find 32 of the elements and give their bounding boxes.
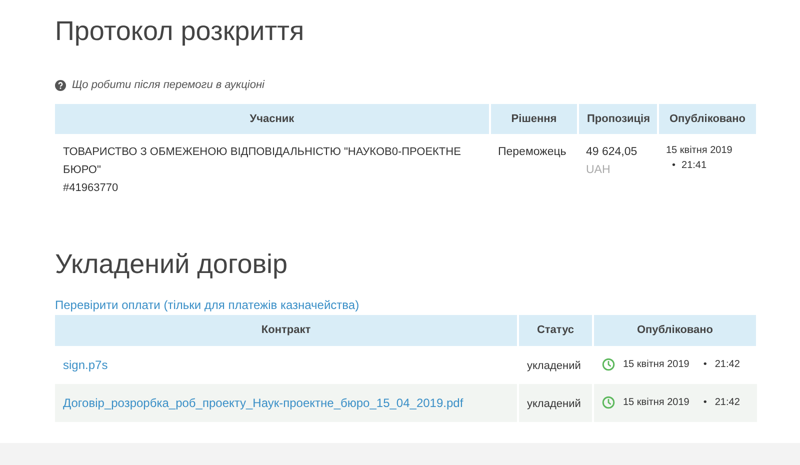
clock-icon (602, 358, 615, 371)
file-link[interactable]: sign.p7s (63, 358, 108, 372)
time-text: 21:42 (714, 358, 740, 372)
participant-name: ТОВАРИСТВО З ОБМЕЖЕНОЮ ВІДПОВІДАЛЬНІСТЮ "НАУКОВ0-ПРОЕКТНЕ БЮРО" (63, 145, 462, 178)
file-link[interactable]: Договір_розрорбка_роб_проекту_Наук-проектне_бюро_15_04_2019.pdf (63, 396, 464, 410)
check-payments-link[interactable]: Перевірити оплати (тільки для платежів казначейства) (55, 296, 745, 314)
amount-text: 49 624,05 (586, 145, 638, 160)
column-header: Опубліковано (593, 315, 757, 346)
decision-text: Переможець (498, 146, 566, 158)
help-icon (55, 80, 66, 91)
currency-text: UAH (586, 163, 612, 178)
date-text: 15 квітня 2019 (623, 396, 690, 410)
help-link[interactable]: Що робити після перемоги в аукціоні (72, 77, 264, 94)
column-header: Контракт (55, 315, 518, 346)
column-header: Рішення (490, 104, 578, 134)
status-text: укладений (527, 360, 581, 372)
participant-code: #41963770 (63, 181, 120, 196)
date-text: 15 квітня 2019 (623, 358, 690, 372)
status-text: укладений (527, 398, 581, 410)
date-text: 15 квітня 2019 (666, 144, 734, 158)
column-header: Опубліковано (658, 104, 757, 134)
column-header: Учасник (55, 104, 490, 134)
section-title: Укладений договір (55, 248, 289, 281)
clock-icon (602, 396, 615, 409)
bullet: • (672, 159, 676, 173)
section-title: Протокол розкриття (55, 15, 306, 48)
time-text: 21:41 (682, 159, 707, 173)
time-text: 21:42 (714, 396, 740, 410)
bullet: • (703, 358, 707, 372)
column-header: Пропозиція (578, 104, 658, 134)
bullet: • (703, 396, 707, 410)
column-header: Статус (518, 315, 593, 346)
